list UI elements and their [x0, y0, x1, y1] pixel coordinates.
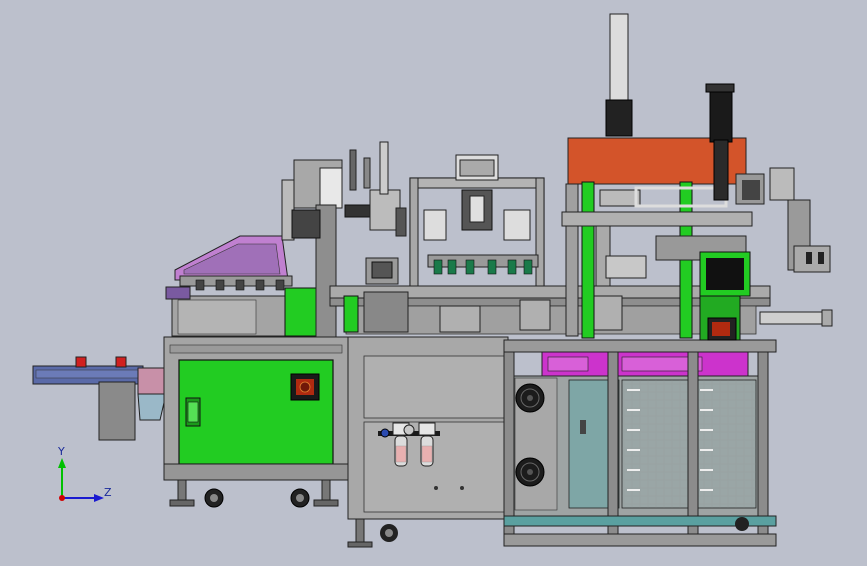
y-axis-label: Y	[57, 445, 65, 458]
x-axis-dot	[59, 495, 65, 501]
cad-viewport[interactable]: Y Z	[0, 0, 867, 562]
z-axis-label: Z	[104, 486, 112, 499]
coordinate-triad: Y Z	[57, 445, 112, 502]
